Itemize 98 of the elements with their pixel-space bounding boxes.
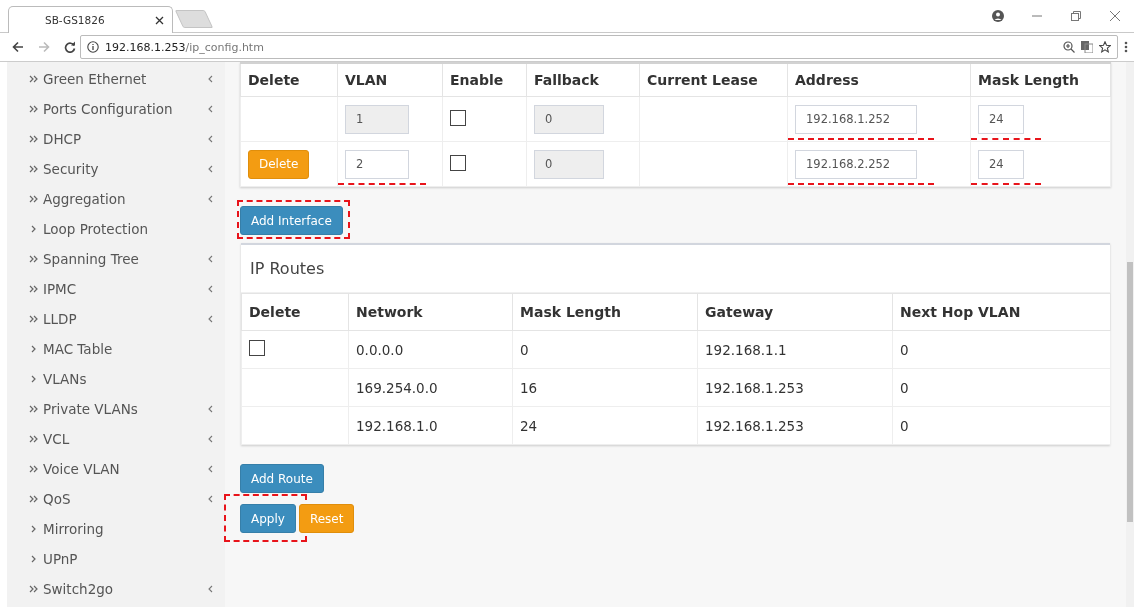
panel-title: IP Routes bbox=[241, 245, 1110, 293]
zoom-icon[interactable] bbox=[1063, 41, 1075, 53]
sidebar-item[interactable]: Aggregation bbox=[7, 184, 225, 214]
double-chevron-icon bbox=[29, 75, 38, 83]
sidebar-item[interactable]: Mirroring bbox=[7, 514, 225, 544]
table-cell: 192.168.1.0 bbox=[356, 417, 438, 434]
table-cell: 0 bbox=[900, 417, 909, 434]
caret-icon bbox=[208, 435, 213, 443]
sidebar-item[interactable]: QoS bbox=[7, 484, 225, 514]
sidebar-item[interactable]: IPMC bbox=[7, 274, 225, 304]
checkbox[interactable] bbox=[249, 340, 265, 356]
url-text: 192.168.1.253/ip_config.htm bbox=[105, 40, 265, 54]
table-cell: 169.254.0.0 bbox=[356, 379, 438, 396]
sidebar-item[interactable]: Switch2go bbox=[7, 574, 225, 604]
address-bar[interactable]: 192.168.1.253/ip_config.htm bbox=[80, 35, 1118, 59]
column-header: Fallback bbox=[526, 63, 640, 97]
column-header: Mask Length bbox=[512, 293, 698, 331]
caret-icon bbox=[208, 495, 213, 503]
sidebar-item[interactable]: Voice VLAN bbox=[7, 454, 225, 484]
input-field: 0 bbox=[534, 104, 604, 134]
double-chevron-icon bbox=[29, 585, 38, 593]
caret-icon bbox=[208, 585, 213, 593]
caret-icon bbox=[208, 255, 213, 263]
table-cell: 0 bbox=[900, 379, 909, 396]
checkbox[interactable] bbox=[450, 109, 466, 126]
browser-tab[interactable]: SB-GS1826 bbox=[8, 6, 173, 33]
double-chevron-icon bbox=[29, 465, 38, 473]
caret-icon bbox=[208, 165, 213, 173]
table-cell: 0 bbox=[900, 341, 909, 358]
table-cell: 16 bbox=[520, 379, 538, 396]
column-header: Network bbox=[348, 293, 513, 331]
column-header: Delete bbox=[241, 293, 349, 331]
sidebar-item[interactable]: Spanning Tree bbox=[7, 244, 225, 274]
caret-icon bbox=[208, 105, 213, 113]
sidebar-item[interactable]: Private VLANs bbox=[7, 394, 225, 424]
sidebar-item[interactable]: Loop Protection bbox=[7, 214, 225, 244]
double-chevron-icon bbox=[29, 405, 38, 413]
menu-icon[interactable] bbox=[1124, 41, 1128, 53]
back-icon[interactable] bbox=[12, 41, 24, 53]
column-header: Gateway bbox=[697, 293, 893, 331]
input-field: 1 bbox=[345, 104, 409, 134]
sidebar-item[interactable]: VCL bbox=[7, 424, 225, 454]
table-cell: 192.168.1.253 bbox=[705, 379, 804, 396]
caret-icon bbox=[208, 315, 213, 323]
double-chevron-icon bbox=[29, 135, 38, 143]
close-icon[interactable] bbox=[155, 15, 164, 25]
double-chevron-icon bbox=[29, 495, 38, 503]
input-field: 0 bbox=[534, 149, 604, 179]
double-chevron-icon bbox=[29, 315, 38, 323]
column-header: Next Hop VLAN bbox=[892, 293, 1111, 331]
chevron-icon bbox=[31, 525, 36, 533]
sidebar-item[interactable]: UPnP bbox=[7, 544, 225, 574]
restore-icon[interactable] bbox=[1070, 11, 1081, 21]
caret-icon bbox=[208, 465, 213, 473]
sidebar-item[interactable]: Security bbox=[7, 154, 225, 184]
table-cell: 0.0.0.0 bbox=[356, 341, 404, 358]
column-header: Delete bbox=[240, 63, 338, 97]
button[interactable]: Add Interface bbox=[240, 206, 343, 235]
double-chevron-icon bbox=[29, 255, 38, 263]
info-icon[interactable] bbox=[87, 41, 99, 53]
table-cell: 24 bbox=[520, 417, 538, 434]
chevron-icon bbox=[31, 345, 36, 353]
translate-icon[interactable] bbox=[1081, 41, 1093, 53]
sidebar-item[interactable]: MAC Table bbox=[7, 334, 225, 364]
caret-icon bbox=[208, 135, 213, 143]
column-header: Address bbox=[787, 63, 971, 97]
double-chevron-icon bbox=[29, 165, 38, 173]
tab-title: SB-GS1826 bbox=[45, 14, 106, 26]
column-header: Current Lease bbox=[639, 63, 788, 97]
chevron-icon bbox=[31, 375, 36, 383]
column-header: Enable bbox=[442, 63, 527, 97]
account-icon[interactable] bbox=[991, 10, 1004, 22]
star-icon[interactable] bbox=[1099, 41, 1111, 53]
column-header: VLAN bbox=[337, 63, 443, 97]
chevron-icon bbox=[31, 555, 36, 563]
caret-icon bbox=[208, 75, 213, 83]
table-cell: 192.168.1.1 bbox=[705, 341, 787, 358]
double-chevron-icon bbox=[29, 105, 38, 113]
button[interactable]: Add Route bbox=[240, 464, 324, 493]
sidebar-item[interactable]: LLDP bbox=[7, 304, 225, 334]
sidebar-item[interactable]: Green Ethernet bbox=[7, 64, 225, 94]
double-chevron-icon bbox=[29, 435, 38, 443]
checkbox[interactable] bbox=[450, 154, 466, 171]
table-cell: 192.168.1.253 bbox=[705, 417, 804, 434]
sidebar-item[interactable]: VLANs bbox=[7, 364, 225, 394]
chevron-icon bbox=[31, 225, 36, 233]
caret-icon bbox=[208, 195, 213, 203]
double-chevron-icon bbox=[29, 195, 38, 203]
sidebar-item[interactable]: DHCP bbox=[7, 124, 225, 154]
reload-icon[interactable] bbox=[64, 41, 76, 53]
sidebar-item[interactable]: Ports Configuration bbox=[7, 94, 225, 124]
caret-icon bbox=[208, 405, 213, 413]
table-cell: 0 bbox=[520, 341, 529, 358]
button[interactable]: Apply bbox=[240, 504, 296, 533]
double-chevron-icon bbox=[29, 285, 38, 293]
column-header: Mask Length bbox=[970, 63, 1111, 97]
caret-icon bbox=[208, 285, 213, 293]
scrollbar[interactable] bbox=[1126, 62, 1134, 607]
